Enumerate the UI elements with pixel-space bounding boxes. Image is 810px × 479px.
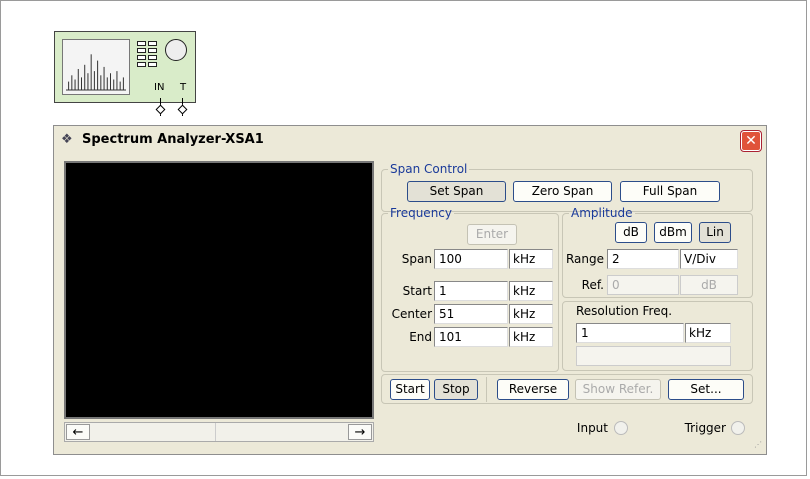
reverse-button[interactable]: Reverse xyxy=(497,379,569,400)
scrollbar-divider xyxy=(215,423,216,441)
ref-input[interactable]: 0 xyxy=(607,275,679,295)
pin-in-label: IN xyxy=(154,82,165,93)
input-indicator-label: Input xyxy=(576,421,608,435)
stop-button[interactable]: Stop xyxy=(434,379,478,400)
enter-button[interactable]: Enter xyxy=(467,224,517,245)
span-control-legend: Span Control xyxy=(390,162,468,176)
control-divider xyxy=(486,377,487,402)
spectrum-analyzer-window: ❖ Spectrum Analyzer-XSA1 ✕ ← → Span Cont… xyxy=(53,125,767,455)
range-input[interactable]: 2 xyxy=(607,249,679,269)
scroll-right-button[interactable]: → xyxy=(348,424,372,440)
ref-unit-select[interactable]: dB xyxy=(680,275,738,295)
knob-icon xyxy=(165,39,187,61)
lin-button[interactable]: Lin xyxy=(699,222,731,243)
trigger-indicator-led xyxy=(731,421,745,435)
close-button[interactable]: ✕ xyxy=(741,131,761,151)
range-unit-select[interactable]: V/Div xyxy=(680,249,738,269)
resolution-unit-select[interactable]: kHz xyxy=(685,323,731,343)
spectrum-display[interactable] xyxy=(64,161,374,419)
amplitude-legend: Amplitude xyxy=(571,206,633,220)
spectrum-analyzer-icon: ❖ xyxy=(61,132,73,147)
window-title: Spectrum Analyzer-XSA1 xyxy=(82,132,264,147)
scroll-left-button[interactable]: ← xyxy=(66,424,90,440)
dbm-button[interactable]: dBm xyxy=(654,222,692,243)
end-unit-select[interactable]: kHz xyxy=(509,327,553,347)
full-span-button[interactable]: Full Span xyxy=(620,181,720,202)
resolution-input[interactable]: 1 xyxy=(576,323,684,343)
start-unit-select[interactable]: kHz xyxy=(509,281,553,301)
pin-trigger-label: T xyxy=(180,82,187,93)
start-label: Start xyxy=(402,284,432,298)
center-input[interactable]: 51 xyxy=(434,304,508,324)
ref-label: Ref. xyxy=(581,278,604,292)
db-button[interactable]: dB xyxy=(615,222,647,243)
start-input[interactable]: 1 xyxy=(434,281,508,301)
center-unit-select[interactable]: kHz xyxy=(509,304,553,324)
zero-span-button[interactable]: Zero Span xyxy=(513,181,612,202)
span-unit-select[interactable]: kHz xyxy=(509,249,553,269)
set-span-button[interactable]: Set Span xyxy=(407,181,506,202)
end-input[interactable]: 101 xyxy=(434,327,508,347)
title-bar[interactable]: ❖ Spectrum Analyzer-XSA1 ✕ xyxy=(54,126,766,154)
center-label: Center xyxy=(391,307,432,321)
set-button[interactable]: Set... xyxy=(668,379,744,400)
start-button[interactable]: Start xyxy=(390,379,430,400)
range-label: Range xyxy=(565,252,604,266)
end-label: End xyxy=(409,330,432,344)
span-label: Span xyxy=(401,252,432,266)
spectrum-display-icon xyxy=(62,39,130,95)
resize-grip-icon[interactable]: ⋰ xyxy=(754,441,763,451)
input-indicator-led xyxy=(614,421,628,435)
span-input[interactable]: 100 xyxy=(434,249,508,269)
resolution-status-field xyxy=(576,346,731,366)
frequency-legend: Frequency xyxy=(390,206,452,220)
spectrum-bars-graphic xyxy=(66,54,126,91)
spectrum-analyzer-symbol[interactable]: IN T xyxy=(54,31,196,103)
resolution-label: Resolution Freq. xyxy=(576,304,673,318)
show-refer-button[interactable]: Show Refer. xyxy=(575,379,661,400)
trigger-indicator-label: Trigger xyxy=(684,421,726,435)
horizontal-scrollbar[interactable]: ← → xyxy=(64,422,374,442)
